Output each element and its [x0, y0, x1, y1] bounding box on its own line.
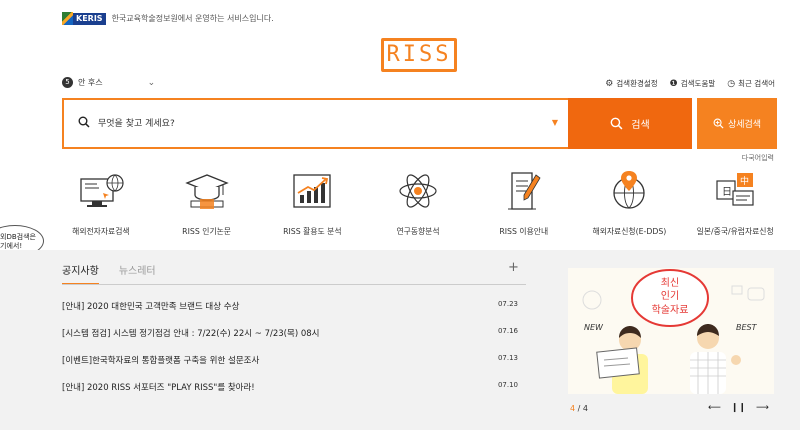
- keris-description: 한국교육학술정보원에서 운영하는 서비스입니다.: [111, 14, 274, 23]
- search-button-label: 검색: [631, 120, 650, 131]
- banner-pager: 4 / 4: [570, 404, 588, 413]
- quick-menu-label: 연구동향분석: [396, 227, 440, 236]
- recent-search-label: 최근 검색어: [738, 79, 775, 88]
- notice-item[interactable]: [시스템 점검] 시스템 정기점검 안내 : 7/22(수) 22시 ~ 7/2…: [62, 327, 518, 339]
- svg-text:日: 日: [722, 187, 732, 198]
- keris-logo[interactable]: KERIS: [62, 12, 106, 25]
- prev-arrow-icon[interactable]: ⟵: [708, 403, 721, 413]
- tab-newsletter[interactable]: 뉴스레터: [119, 262, 156, 285]
- notice-item[interactable]: [이벤트]한국학자료의 통합플랫폼 구축을 위한 설문조사 07.13: [62, 354, 518, 366]
- banner-illustration: 최신 인기 학술자료 NEW BEST: [582, 269, 765, 394]
- keris-flag-icon: [62, 12, 73, 25]
- gear-icon: ⚙: [605, 78, 614, 89]
- quick-menu-item[interactable]: RISS 이용안내: [471, 168, 577, 237]
- quick-menu-item[interactable]: 해외전자자료검색: [48, 168, 154, 237]
- notice-title[interactable]: [이벤트]한국학자료의 통합플랫폼 구축을 위한 설문조사: [62, 354, 259, 366]
- pause-icon[interactable]: ❙❙: [731, 403, 746, 413]
- notice-date: 07.16: [497, 327, 518, 335]
- search-settings-link[interactable]: ⚙ 검색환경설정: [605, 78, 657, 89]
- quick-menu-item[interactable]: 연구동향분석: [365, 168, 471, 237]
- bottom-section: 공지사항 뉴스레터 + [안내] 2020 대한민국 고객만족 브랜드 대상 수…: [0, 250, 800, 430]
- notice-date: 07.13: [497, 354, 518, 362]
- growth-chart-icon: [287, 168, 337, 214]
- zoom-plus-icon: [713, 118, 724, 129]
- notice-title[interactable]: [시스템 점검] 시스템 정기점검 안내 : 7/22(수) 22시 ~ 7/2…: [62, 327, 319, 339]
- notice-tabs: 공지사항 뉴스레터: [62, 262, 156, 285]
- tab-divider: [62, 284, 526, 285]
- search-settings-label: 검색환경설정: [616, 79, 658, 88]
- advanced-search-button[interactable]: 상세검색: [697, 98, 777, 149]
- keris-header: KERIS 한국교육학술정보원에서 운영하는 서비스입니다.: [62, 12, 274, 25]
- search-help-link[interactable]: ❶ 검색도움말: [670, 78, 716, 89]
- help-icon: ❶: [669, 78, 678, 89]
- notice-title[interactable]: [안내] 2020 RISS 서포터즈 "PLAY RISS"를 찾아라!: [62, 381, 255, 393]
- language-label: 안 후스: [78, 78, 103, 87]
- bubble-line-2: 기에서!: [0, 242, 23, 250]
- search-icon: [610, 117, 623, 130]
- notice-item[interactable]: [안내] 2020 대한민국 고객만족 브랜드 대상 수상 07.23: [62, 300, 518, 312]
- next-arrow-icon[interactable]: ⟶: [756, 403, 769, 413]
- banner-total-pages: / 4: [577, 404, 588, 413]
- quick-menu-item[interactable]: RISS 활용도 분석: [259, 168, 365, 237]
- globe-pin-icon: [604, 168, 654, 214]
- search-box: ▼: [62, 98, 568, 149]
- bubble-line-1: 외DB검색은: [0, 233, 36, 241]
- banner-text-2: 인기: [661, 290, 679, 302]
- quick-menu-label: RISS 활용도 분석: [283, 227, 342, 236]
- svg-text:中: 中: [740, 175, 749, 187]
- search-button[interactable]: 검색: [568, 98, 692, 149]
- clock-icon: ◷: [727, 78, 736, 89]
- foreign-docs-icon: 日中: [710, 168, 760, 214]
- search-icon: [78, 116, 90, 128]
- document-pen-icon: [499, 168, 549, 214]
- graduation-cap-icon: [182, 168, 232, 214]
- language-selector[interactable]: 5 안 후스 ⌄: [62, 77, 155, 88]
- notice-date: 07.10: [497, 381, 518, 389]
- banner-controls: ⟵ ❙❙ ⟶: [708, 403, 769, 413]
- utility-links: ⚙ 검색환경설정 ❶ 검색도움말 ◷ 최근 검색어: [605, 78, 775, 89]
- quick-menu-item[interactable]: 해외자료신청(E-DDS): [577, 168, 683, 237]
- quick-menu-item[interactable]: RISS 인기논문: [154, 168, 260, 237]
- atom-icon: [393, 168, 443, 214]
- quick-menu-label: 해외자료신청(E-DDS): [592, 227, 667, 236]
- keris-logo-text: KERIS: [73, 12, 106, 25]
- notice-title[interactable]: [안내] 2020 대한민국 고객만족 브랜드 대상 수상: [62, 300, 239, 312]
- banner-current-page: 4: [570, 404, 576, 413]
- quick-menu-label: 일본/중국/유럽자료신청: [696, 227, 774, 236]
- banner-new-label: NEW: [584, 323, 604, 332]
- tab-notice[interactable]: 공지사항: [62, 262, 99, 285]
- notice-item[interactable]: [안내] 2020 RISS 서포터즈 "PLAY RISS"를 찾아라! 07…: [62, 381, 518, 393]
- advanced-search-label: 상세검색: [727, 120, 762, 130]
- notice-date: 07.23: [497, 300, 518, 308]
- search-dropdown-icon[interactable]: ▼: [552, 118, 558, 127]
- recent-search-link[interactable]: ◷ 최근 검색어: [727, 78, 775, 89]
- computer-globe-icon: [76, 168, 126, 214]
- search-help-label: 검색도움말: [680, 79, 716, 88]
- language-number-badge: 5: [62, 77, 73, 88]
- quick-menu: 해외전자자료검색 RISS 인기논문 RISS 활용도 분석 연구동향분석 RI…: [48, 168, 788, 237]
- quick-menu-label: RISS 인기논문: [182, 227, 231, 236]
- riss-main-page: KERIS 한국교육학술정보원에서 운영하는 서비스입니다. RISS 5 안 …: [0, 0, 800, 430]
- quick-menu-item[interactable]: 日中 일본/중국/유럽자료신청: [682, 168, 788, 237]
- more-plus-icon[interactable]: +: [508, 260, 519, 275]
- multi-language-input-link[interactable]: 다국어입력: [742, 153, 774, 163]
- chevron-down-icon: ⌄: [147, 77, 156, 88]
- promo-banner[interactable]: 최신 인기 학술자료 NEW BEST: [568, 268, 774, 394]
- banner-text-3: 학술자료: [652, 304, 689, 316]
- quick-menu-label: 해외전자자료검색: [72, 227, 130, 236]
- quick-menu-label: RISS 이용안내: [499, 227, 549, 236]
- banner-best-label: BEST: [736, 323, 758, 332]
- riss-logo[interactable]: RISS: [381, 38, 457, 72]
- banner-text-1: 최신: [661, 277, 679, 289]
- search-input[interactable]: [98, 100, 538, 147]
